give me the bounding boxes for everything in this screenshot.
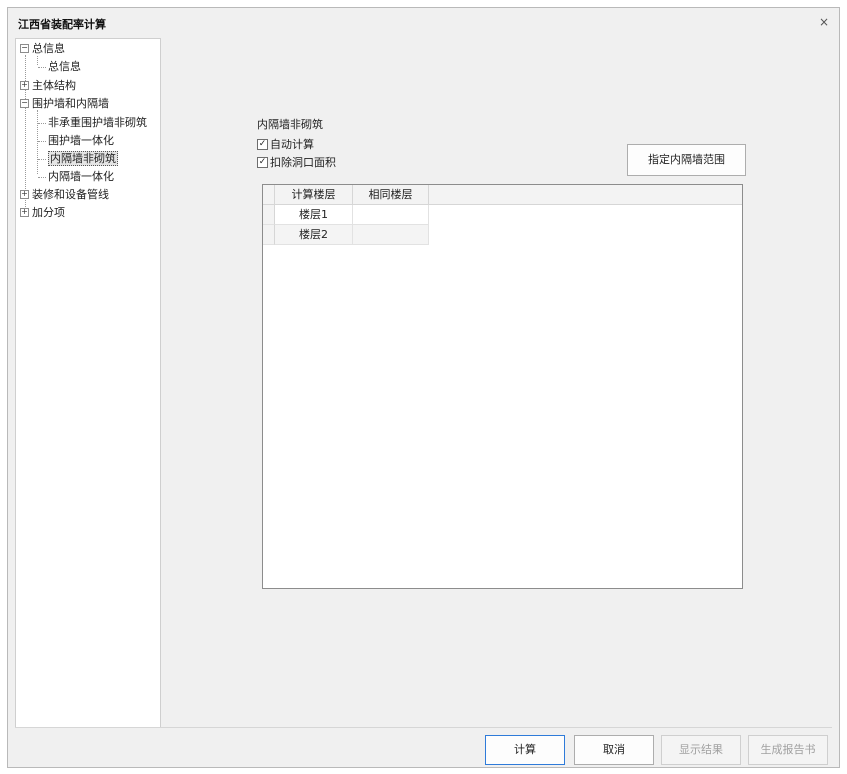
tree-item-partition-integration[interactable]: 内隔墙一体化 [38, 169, 114, 185]
row-header[interactable] [263, 225, 275, 245]
tree-connector [38, 122, 46, 124]
cell-calc-floor[interactable]: 楼层2 [275, 225, 353, 245]
tree-connector [38, 176, 46, 178]
window-title: 江西省装配率计算 [18, 18, 106, 31]
tree-item-partition-nonmasonry[interactable]: 内隔墙非砌筑 [38, 151, 118, 167]
tree-item-label: 总信息 [48, 60, 81, 73]
tree-item-label: 总信息 [32, 42, 65, 55]
tree-item-label: 加分项 [32, 206, 65, 219]
tree-item-label: 围护墙一体化 [48, 134, 114, 147]
generate-report-button[interactable]: 生成报告书 [748, 735, 828, 765]
section-title: 内隔墙非砌筑 [257, 118, 323, 131]
expand-icon[interactable]: + [20, 189, 29, 199]
cancel-button[interactable]: 取消 [574, 735, 654, 765]
tree-item-label: 非承重围护墙非砌筑 [48, 116, 147, 129]
deduct-openings-checkbox[interactable]: ✓ 扣除洞口面积 [257, 155, 336, 171]
collapse-icon[interactable]: − [20, 98, 29, 108]
row-header[interactable] [263, 205, 275, 225]
table-row[interactable]: 楼层2 [263, 225, 429, 245]
tree-item-main-structure[interactable]: + 主体结构 [20, 78, 76, 94]
auto-calc-checkbox[interactable]: ✓ 自动计算 [257, 137, 314, 153]
tree-item-nonload-envelope[interactable]: 非承重围护墙非砌筑 [38, 115, 147, 131]
tree-item-label: 主体结构 [32, 79, 76, 92]
checkbox-label: 自动计算 [270, 138, 314, 151]
show-result-button[interactable]: 显示结果 [661, 735, 741, 765]
tree-connector [38, 158, 46, 160]
tree-item-envelope-integration[interactable]: 围护墙一体化 [38, 133, 114, 149]
tree-item-walls[interactable]: − 围护墙和内隔墙 [20, 96, 109, 112]
category-tree: − 总信息 总信息 + 主体结构 − 围护墙和内隔墙 非承重围护墙非砌筑 围护墙一体化… [15, 38, 161, 728]
tree-item-bonus[interactable]: + 加分项 [20, 205, 65, 221]
tree-item-label: 内隔墙一体化 [48, 170, 114, 183]
checkbox-checked-icon[interactable]: ✓ [257, 138, 268, 150]
tree-connector [38, 140, 46, 142]
dialog-window: 江西省装配率计算 × − 总信息 总信息 + 主体结构 − 围护墙和内隔墙 非承重围护… [7, 7, 840, 768]
grid-header: 计算楼层 相同楼层 [263, 185, 742, 205]
title-bar: 江西省装配率计算 × [8, 8, 839, 38]
specify-partition-range-button[interactable]: 指定内隔墙范围 [627, 144, 746, 176]
tree-item-label: 装修和设备管线 [32, 188, 109, 201]
calculate-button[interactable]: 计算 [485, 735, 565, 765]
cell-same-floor[interactable] [353, 205, 429, 225]
settings-pane: 内隔墙非砌筑 ✓ 自动计算 ✓ 扣除洞口面积 指定内隔墙范围 计算楼层 相同楼层 楼… [161, 38, 836, 728]
tree-item-label-selected: 内隔墙非砌筑 [48, 151, 118, 166]
tree-item-general-info-child[interactable]: 总信息 [38, 59, 81, 75]
cell-calc-floor[interactable]: 楼层1 [275, 205, 353, 225]
checkbox-label: 扣除洞口面积 [270, 156, 336, 169]
tree-item-label: 围护墙和内隔墙 [32, 97, 109, 110]
checkbox-checked-icon[interactable]: ✓ [257, 156, 268, 168]
tree-item-general-info[interactable]: − 总信息 [20, 41, 65, 57]
column-header-calc-floor[interactable]: 计算楼层 [275, 185, 353, 204]
table-row[interactable]: 楼层1 [263, 205, 429, 225]
tree-item-decoration-pipelines[interactable]: + 装修和设备管线 [20, 187, 109, 203]
footer-divider [15, 727, 832, 728]
tree-connector [38, 66, 46, 68]
expand-icon[interactable]: + [20, 80, 29, 90]
expand-icon[interactable]: + [20, 207, 29, 217]
floor-grid: 计算楼层 相同楼层 楼层1 楼层2 [262, 184, 743, 589]
collapse-icon[interactable]: − [20, 43, 29, 53]
close-icon[interactable]: × [817, 15, 831, 29]
grid-corner [263, 185, 275, 204]
column-header-same-floor[interactable]: 相同楼层 [353, 185, 429, 204]
cell-same-floor[interactable] [353, 225, 429, 245]
